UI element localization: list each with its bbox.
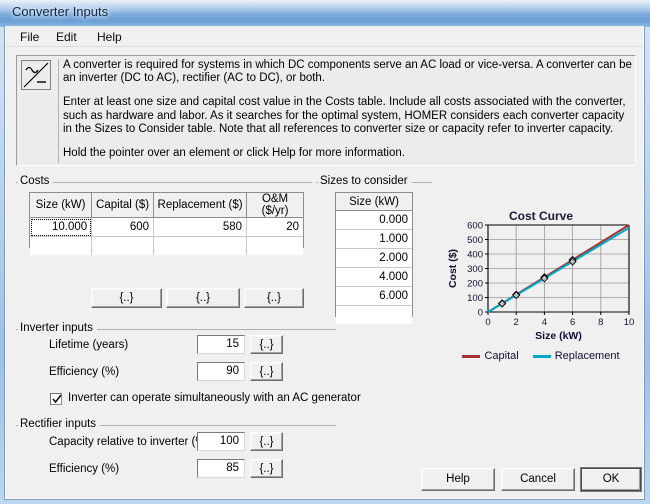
rectifier-capacity-field[interactable]: 100 <box>197 432 245 451</box>
costs-om-curly-button[interactable]: {..} <box>244 288 304 308</box>
legend-label-replacement: Replacement <box>554 350 620 362</box>
list-item: 0.000 <box>336 210 412 230</box>
inverter-inputs-group: Inverter inputs Lifetime (years) 15 {..}… <box>16 322 361 415</box>
menu-bar: File Edit Help <box>6 26 643 47</box>
chart-legend: Capital Replacement <box>446 350 636 362</box>
svg-text:300: 300 <box>467 264 483 275</box>
costs-col-om: O&M ($/yr) <box>246 193 303 218</box>
costs-col-replacement: Replacement ($) <box>153 193 248 218</box>
svg-text:6: 6 <box>570 317 575 328</box>
window-client-area: File Edit Help A converter is required f… <box>4 26 645 500</box>
svg-text:2: 2 <box>514 317 519 328</box>
costs-group-line <box>16 182 312 184</box>
costs-table[interactable]: Size (kW) Capital ($) Replacement ($) O&… <box>29 192 304 255</box>
converter-inputs-window: Converter Inputs File Edit Help A conver… <box>0 0 650 504</box>
svg-text:100: 100 <box>467 293 483 304</box>
costs-capital-curly-button[interactable]: {..} <box>91 288 162 308</box>
window-title: Converter Inputs <box>12 4 109 19</box>
list-item <box>336 305 412 324</box>
inverter-efficiency-curly-button[interactable]: {..} <box>250 362 283 381</box>
sizes-col-size: Size (kW) <box>336 193 412 211</box>
costs-cell-om-0[interactable]: 20 <box>246 217 303 237</box>
svg-text:0: 0 <box>478 307 483 318</box>
costs-replacement-curly-button[interactable]: {..} <box>166 288 240 308</box>
costs-cell-size-0[interactable]: 10.000 <box>30 217 93 237</box>
inverter-lifetime-curly-button[interactable]: {..} <box>250 335 283 354</box>
list-item: 6.000 <box>336 286 412 306</box>
menu-item-edit[interactable]: Edit <box>50 29 83 45</box>
costs-cell-capital-1[interactable] <box>91 236 155 255</box>
legend-entry-replacement: Replacement <box>532 350 620 362</box>
legend-entry-capital: Capital <box>462 350 519 362</box>
rectifier-capacity-curly-button[interactable]: {..} <box>250 432 283 451</box>
inverter-efficiency-label: Efficiency (%) <box>49 366 120 378</box>
list-item: 1.000 <box>336 229 412 249</box>
cost-curve-chart: Cost Curve 0 100 200 300 400 500 600 0 2 4 6 8 10 Siz… <box>446 209 636 367</box>
title-bar[interactable]: Converter Inputs <box>0 0 650 27</box>
sizes-cell-0[interactable]: 0.000 <box>336 210 412 230</box>
sizes-cell-3[interactable]: 4.000 <box>336 267 412 287</box>
costs-table-header-row: Size (kW) Capital ($) Replacement ($) O&… <box>30 193 303 218</box>
costs-group: Costs Size (kW) Capital ($) Replacement … <box>16 175 312 308</box>
rectifier-inputs-group: Rectifier inputs Capacity relative to in… <box>16 418 336 485</box>
legend-label-capital: Capital <box>484 350 519 362</box>
inverter-parallel-checkbox-label: Inverter can operate simultaneously with… <box>68 392 361 404</box>
sizes-to-consider-group: Sizes to consider Size (kW) 0.000 1.000 … <box>316 175 432 324</box>
svg-text:Size (kW): Size (kW) <box>535 330 582 342</box>
inverter-efficiency-field[interactable]: 90 <box>197 362 245 381</box>
costs-cell-size-1[interactable] <box>30 236 93 255</box>
help-button[interactable]: Help <box>421 468 495 491</box>
converter-icon <box>21 60 51 90</box>
costs-cell-capital-0[interactable]: 600 <box>91 217 155 237</box>
svg-text:0: 0 <box>485 317 490 328</box>
sizes-cell-5[interactable] <box>336 305 412 324</box>
sizes-table-header-row: Size (kW) <box>336 193 412 211</box>
inverter-lifetime-field[interactable]: 15 <box>197 335 245 354</box>
description-panel: A converter is required for systems in w… <box>16 55 636 166</box>
costs-col-size: Size (kW) <box>30 193 93 218</box>
cancel-button[interactable]: Cancel <box>501 468 575 491</box>
svg-text:Cost ($): Cost ($) <box>447 249 459 288</box>
rectifier-efficiency-field[interactable]: 85 <box>197 459 245 478</box>
description-paragraph-1: A converter is required for systems in w… <box>63 59 632 85</box>
ok-button[interactable]: OK <box>581 468 641 491</box>
table-row <box>30 236 303 255</box>
chart-plot: 01002003004005006000 2 4 6 8 10Size (kW)Cost … <box>447 220 635 342</box>
legend-swatch-replacement <box>532 354 551 358</box>
menu-item-file[interactable]: File <box>14 29 45 45</box>
costs-cell-om-1[interactable] <box>246 236 303 255</box>
rectifier-capacity-label: Capacity relative to inverter (%) <box>49 436 210 448</box>
sizes-table[interactable]: Size (kW) 0.000 1.000 2.000 4.000 6.000 <box>335 192 413 324</box>
svg-text:500: 500 <box>467 235 483 246</box>
description-paragraph-3: Hold the pointer over an element or clic… <box>63 147 405 160</box>
rectifier-group-label: Rectifier inputs <box>18 418 101 430</box>
list-item: 2.000 <box>336 248 412 268</box>
rectifier-efficiency-label: Efficiency (%) <box>49 463 120 475</box>
chart-title: Cost Curve <box>508 209 573 223</box>
svg-text:200: 200 <box>467 278 483 289</box>
inverter-group-label: Inverter inputs <box>18 322 97 334</box>
costs-group-label: Costs <box>18 175 54 187</box>
svg-text:8: 8 <box>598 317 603 328</box>
sizes-group-label: Sizes to consider <box>318 175 412 187</box>
svg-text:10: 10 <box>624 317 635 328</box>
svg-text:4: 4 <box>542 317 547 328</box>
legend-swatch-capital <box>462 354 481 358</box>
sizes-cell-1[interactable]: 1.000 <box>336 229 412 249</box>
rectifier-efficiency-curly-button[interactable]: {..} <box>250 459 283 478</box>
inverter-lifetime-label: Lifetime (years) <box>49 339 129 351</box>
description-paragraph-2: Enter at least one size and capital cost… <box>63 96 626 135</box>
costs-cell-replacement-1[interactable] <box>153 236 248 255</box>
description-text: A converter is required for systems in w… <box>58 59 632 163</box>
menu-item-help[interactable]: Help <box>91 29 128 45</box>
table-row: 10.000 600 580 20 <box>30 217 303 237</box>
checkbox-box[interactable] <box>50 393 62 405</box>
check-icon <box>52 394 62 404</box>
sizes-cell-4[interactable]: 6.000 <box>336 286 412 306</box>
costs-col-capital: Capital ($) <box>91 193 155 218</box>
svg-text:400: 400 <box>467 249 483 260</box>
list-item: 4.000 <box>336 267 412 287</box>
costs-cell-replacement-0[interactable]: 580 <box>153 217 248 237</box>
sizes-cell-2[interactable]: 2.000 <box>336 248 412 268</box>
